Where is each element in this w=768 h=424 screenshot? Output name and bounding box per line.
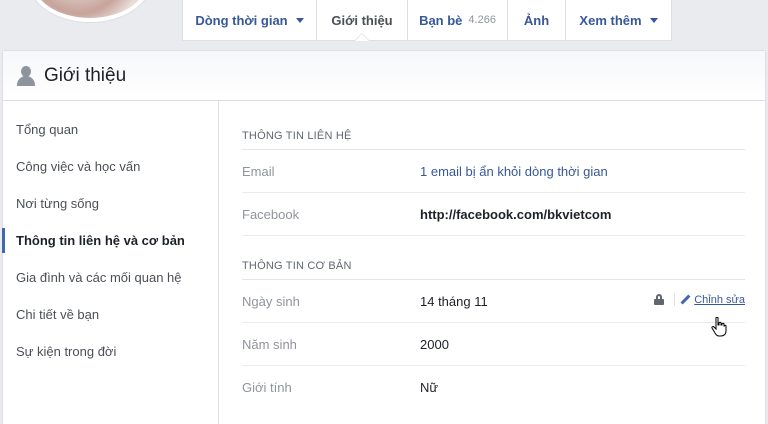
about-content: THÔNG TIN LIÊN HỆ Email 1 email bị ẩn kh… [242,101,745,409]
chevron-down-icon [649,17,658,23]
basic-info-heading: THÔNG TIN CƠ BẢN [242,260,745,280]
birthday-edit-controls: Chỉnh sửa [654,293,745,306]
facebook-label: Facebook [242,206,300,222]
sidebar-item-family-relationships[interactable]: Gia đình và các mối quan hệ [3,259,218,296]
sidebar-item-details[interactable]: Chi tiết về bạn [3,296,218,333]
chevron-down-icon [295,17,304,23]
profile-avatar[interactable] [29,0,151,22]
friend-count: 4.266 [468,14,496,26]
info-row-birthday: Ngày sinh 14 tháng 11 Chỉnh sửa [242,280,745,323]
email-value-link[interactable]: 1 email bị ẩn khỏi dòng thời gian [420,164,608,179]
birth-year-value: 2000 [420,336,449,352]
profile-top-nav: Dòng thời gian Giới thiệu Bạn bè 4.266 Ản… [0,0,768,41]
about-sidebar: Tổng quan Công việc và học vấn Nơi từng … [2,101,219,424]
edit-birthday-link[interactable]: Chỉnh sửa [694,294,745,306]
sidebar-item-overview[interactable]: Tổng quan [3,111,218,148]
sidebar-item-work-education[interactable]: Công việc và học vấn [3,148,218,185]
about-card: Giới thiệu Tổng quan Công việc và học vấ… [2,50,766,424]
lock-icon[interactable] [654,294,665,305]
info-row-email: Email 1 email bị ẩn khỏi dòng thời gian [242,150,745,193]
birthday-value: 14 tháng 11 [420,293,488,309]
sidebar-item-life-events[interactable]: Sự kiện trong đời [3,333,218,370]
tab-photos[interactable]: Ảnh [508,0,566,40]
person-icon [16,65,35,86]
sidebar-item-places-lived[interactable]: Nơi từng sống [3,185,218,222]
sidebar-item-contact-basic-info[interactable]: Thông tin liên hệ và cơ bản [2,222,218,259]
page-title: Giới thiệu [44,64,127,86]
tab-more[interactable]: Xem thêm [566,0,671,40]
gender-label: Giới tính [242,380,292,395]
tab-friends[interactable]: Bạn bè 4.266 [408,0,508,40]
facebook-url: http://facebook.com/bkvietcom [420,206,612,222]
info-row-birth-year: Năm sinh 2000 [242,323,745,366]
about-header: Giới thiệu [3,51,765,101]
info-row-facebook: Facebook http://facebook.com/bkvietcom [242,193,745,236]
info-row-gender: Giới tính Nữ [242,366,745,409]
pencil-icon [681,295,690,304]
tab-timeline[interactable]: Dòng thời gian [183,0,317,40]
contact-info-heading: THÔNG TIN LIÊN HỆ [242,130,745,150]
tab-about[interactable]: Giới thiệu [317,0,408,41]
birthday-label: Ngày sinh [242,293,300,309]
divider [674,293,676,306]
profile-tab-bar: Dòng thời gian Giới thiệu Bạn bè 4.266 Ản… [182,0,672,41]
birth-year-label: Năm sinh [242,336,297,352]
hand-pointer-cursor-icon [711,317,727,337]
email-label: Email [242,163,275,179]
gender-value: Nữ [420,380,439,395]
